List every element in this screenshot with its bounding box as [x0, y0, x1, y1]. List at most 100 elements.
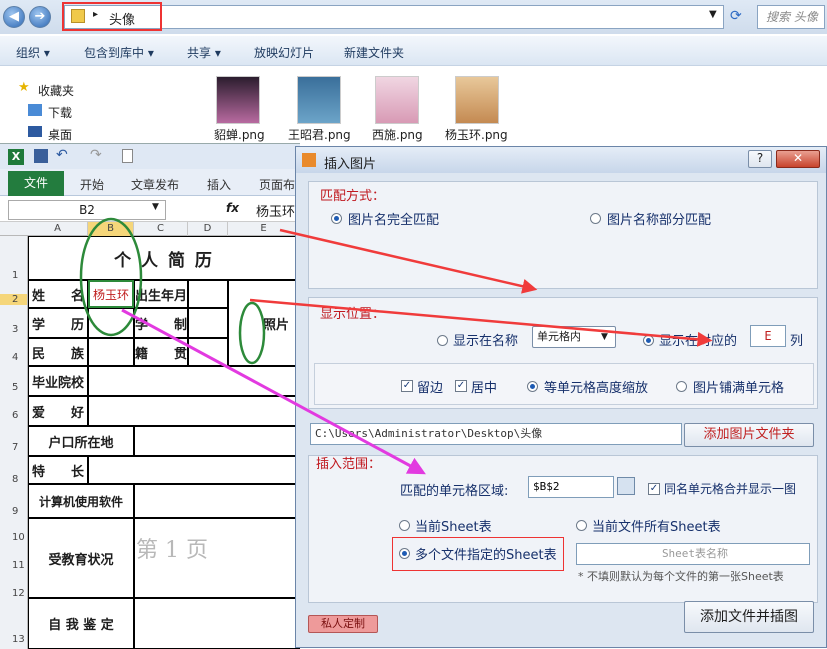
folder-path-input[interactable]: C:\Users\Administrator\Desktop\头像	[310, 423, 682, 445]
tab-page-layout[interactable]: 页面布	[259, 176, 295, 193]
add-folder-button[interactable]: 添加图片文件夹	[684, 423, 814, 447]
tab-home[interactable]: 开始	[80, 176, 104, 193]
cell-skill-value[interactable]	[88, 456, 300, 484]
cell-birth-label[interactable]: 出生年月	[134, 280, 188, 308]
close-button[interactable]: ✕	[776, 150, 820, 168]
custom-button[interactable]: 私人定制	[308, 615, 378, 633]
cmd-organize[interactable]: 组织 ▾	[16, 44, 50, 61]
forward-icon[interactable]: ➔	[29, 6, 51, 28]
row-header[interactable]: 5	[0, 382, 27, 393]
cell-hukou-value[interactable]	[134, 426, 300, 456]
radio-multi-files[interactable]	[399, 548, 410, 559]
column-input[interactable]: E	[750, 325, 786, 347]
row-header[interactable]: 13	[0, 634, 27, 645]
file-name[interactable]: 杨玉环.png	[445, 126, 508, 143]
column-header[interactable]: C	[134, 222, 188, 236]
cell-software-label[interactable]: 计算机使用软件	[28, 484, 134, 518]
tab-insert[interactable]: 插入	[207, 176, 231, 193]
back-button[interactable]: ◀	[3, 6, 25, 28]
redo-icon[interactable]: ↷	[90, 147, 102, 163]
cmd-new-folder[interactable]: 新建文件夹	[344, 44, 404, 61]
cell-self-eval-value[interactable]	[134, 598, 300, 649]
range-picker-icon[interactable]	[617, 477, 635, 495]
label-merge[interactable]: 同名单元格合并显示一图	[664, 480, 796, 497]
nav-downloads[interactable]: 下载	[48, 104, 72, 121]
cell-college-value[interactable]	[88, 366, 300, 396]
file-name[interactable]: 西施.png	[372, 126, 423, 143]
column-header[interactable]: E	[228, 222, 300, 236]
merge-checkbox[interactable]: ✓	[648, 483, 660, 495]
row-header[interactable]: 7	[0, 442, 27, 453]
chevron-down-icon[interactable]: ▼	[152, 202, 159, 212]
cell-hukou-label[interactable]: 户口所在地	[28, 426, 134, 456]
help-button[interactable]: ?	[748, 150, 772, 168]
margin-checkbox[interactable]: ✓	[401, 380, 413, 392]
radio-show-in-name[interactable]	[437, 335, 448, 346]
undo-icon[interactable]: ↶	[56, 147, 68, 163]
center-checkbox[interactable]: ✓	[455, 380, 467, 392]
cell-photo[interactable]: 照片	[228, 280, 300, 366]
save-icon[interactable]	[34, 149, 48, 163]
cell-origin-value[interactable]	[188, 338, 228, 366]
label-current-sheet[interactable]: 当前Sheet表	[415, 516, 492, 535]
cell-hobby-value[interactable]	[88, 396, 300, 426]
file-name[interactable]: 王昭君.png	[288, 126, 351, 143]
thumbnail-xishi[interactable]	[375, 76, 419, 124]
new-doc-icon[interactable]	[122, 149, 133, 163]
cell-college-label[interactable]: 毕业院校	[28, 366, 88, 396]
cell-ethnicity-label[interactable]: 民 族	[28, 338, 88, 366]
radio-scale-equal[interactable]	[527, 381, 538, 392]
name-dropdown[interactable]: 单元格内 ▼	[532, 326, 616, 348]
cell-name-value[interactable]: 杨玉环	[88, 280, 134, 308]
cell-self-eval-label[interactable]: 自 我 鉴 定	[28, 598, 134, 649]
tab-article[interactable]: 文章发布	[131, 176, 179, 193]
column-header[interactable]: A	[28, 222, 88, 236]
cell-education-label[interactable]: 受教育状况	[28, 518, 134, 598]
radio-show-in-column[interactable]	[643, 335, 654, 346]
row-header[interactable]: 1	[0, 270, 27, 281]
thumbnail-diaochan[interactable]	[216, 76, 260, 124]
radio-exact[interactable]	[331, 213, 342, 224]
column-header[interactable]: D	[188, 222, 228, 236]
sheet-name-input[interactable]: Sheet表名称	[576, 543, 810, 565]
label-center[interactable]: 居中	[471, 377, 497, 396]
cell-edu-value[interactable]	[88, 308, 134, 338]
cell-ethnicity-value[interactable]	[88, 338, 134, 366]
label-partial[interactable]: 图片名称部分匹配	[607, 209, 711, 228]
cmd-include-library[interactable]: 包含到库中 ▾	[84, 44, 154, 61]
chevron-down-icon[interactable]: ▼	[709, 9, 717, 20]
search-input[interactable]: 搜索 头像	[757, 5, 825, 29]
resume-title[interactable]: 个 人 简 历	[28, 236, 300, 280]
label-scale-equal[interactable]: 等单元格高度缩放	[544, 377, 648, 396]
cell-origin-label[interactable]: 籍 贯	[134, 338, 188, 366]
function-icon[interactable]: fx	[226, 201, 239, 215]
row-header[interactable]: 6	[0, 410, 27, 421]
radio-current-sheet[interactable]	[399, 520, 410, 531]
cell-birth-value[interactable]	[188, 280, 228, 308]
cell-name-label[interactable]: 姓 名	[28, 280, 88, 308]
cell-edu-label[interactable]: 学 历	[28, 308, 88, 338]
cmd-share[interactable]: 共享 ▾	[187, 44, 221, 61]
label-show-in-column[interactable]: 显示在对应的	[659, 330, 737, 349]
radio-fill-cell[interactable]	[676, 381, 687, 392]
row-header[interactable]: 10	[0, 532, 27, 543]
cell-skill-label[interactable]: 特 长	[28, 456, 88, 484]
file-name[interactable]: 貂蝉.png	[214, 126, 265, 143]
label-fill-cell[interactable]: 图片铺满单元格	[693, 377, 784, 396]
row-header[interactable]: 12	[0, 588, 27, 599]
label-show-in-name[interactable]: 显示在名称	[453, 330, 518, 349]
nav-favorites[interactable]: 收藏夹	[38, 82, 74, 99]
nav-desktop[interactable]: 桌面	[48, 126, 72, 143]
row-header[interactable]: 8	[0, 474, 27, 485]
row-header[interactable]: 9	[0, 506, 27, 517]
cell-school-system-label[interactable]: 学 制	[134, 308, 188, 338]
row-header[interactable]: 4	[0, 352, 27, 363]
cell-school-system-value[interactable]	[188, 308, 228, 338]
label-exact[interactable]: 图片名完全匹配	[348, 209, 439, 228]
thumbnail-yangyuhuan[interactable]	[455, 76, 499, 124]
add-files-button[interactable]: 添加文件并插图	[684, 601, 814, 633]
label-margin[interactable]: 留边	[417, 377, 443, 396]
cmd-slideshow[interactable]: 放映幻灯片	[254, 44, 314, 61]
label-multi-files[interactable]: 多个文件指定的Sheet表	[415, 544, 557, 563]
refresh-icon[interactable]: ⟳	[730, 8, 742, 24]
